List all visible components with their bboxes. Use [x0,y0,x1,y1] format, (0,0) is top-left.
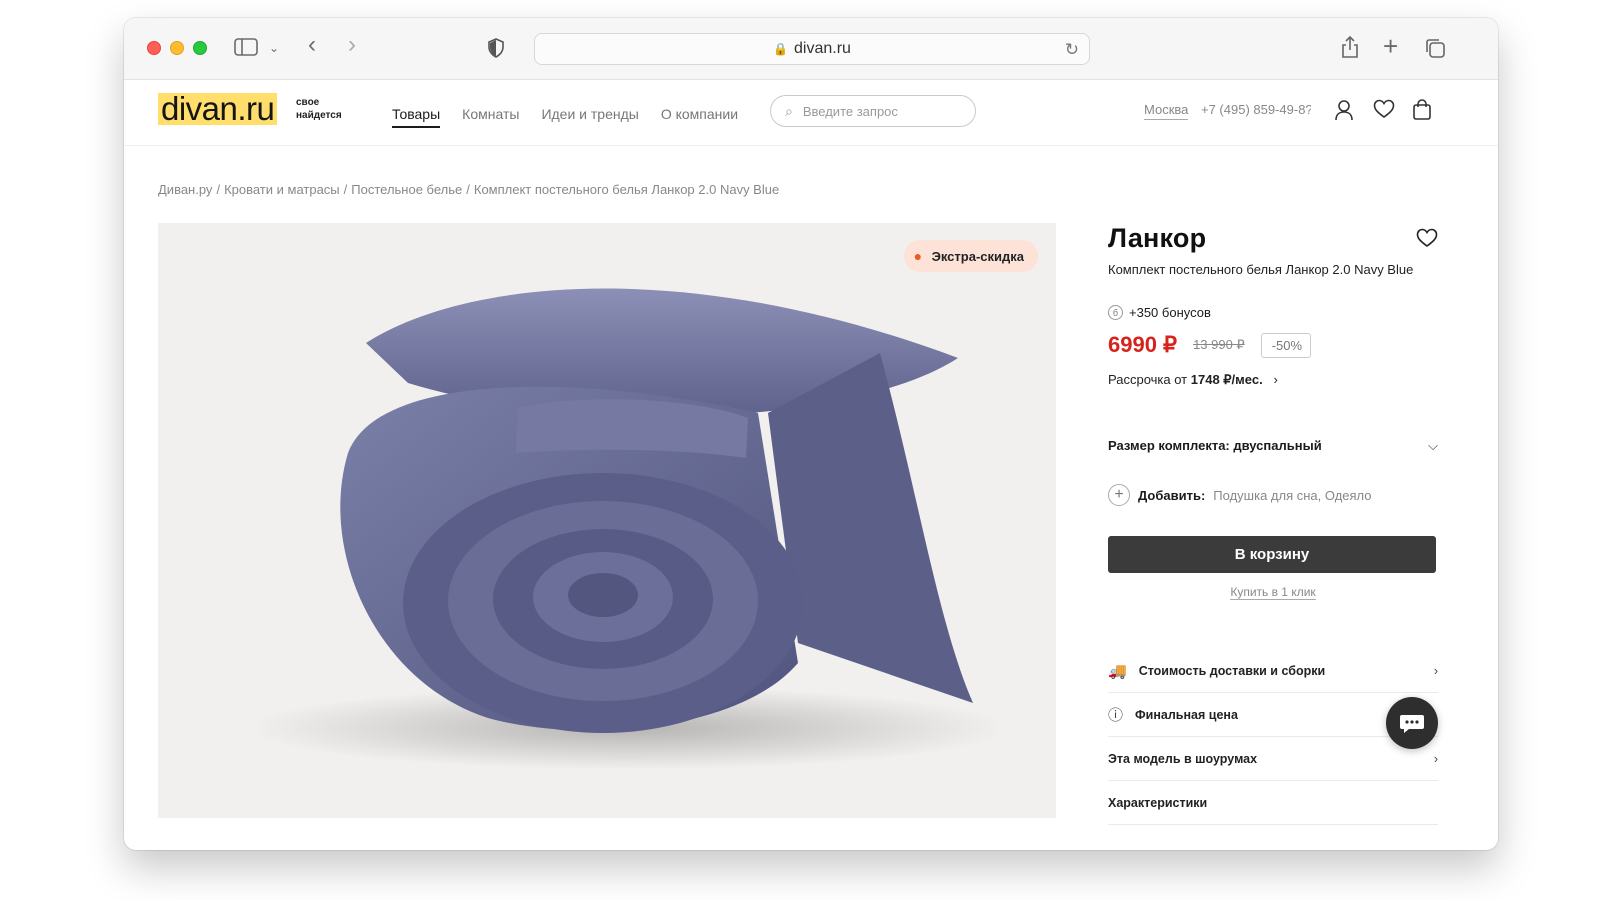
bonus-coin-icon: б [1108,305,1123,320]
product-subtitle: Комплект постельного белья Ланкор 2.0 Na… [1108,262,1414,277]
price-row: 6990 ₽ 13 990 ₽ -50% [1108,332,1438,358]
info-list: 🚚 Стоимость доставки и сборки › ⓘ Финальна… [1108,649,1438,825]
bedding-illustration [248,288,1008,770]
address-bar[interactable]: 🔒 divan.ru ↻ [534,33,1090,65]
extra-discount-badge: ● Экстра-скидка [903,240,1038,272]
product-image[interactable]: ● Экстра-скидка [158,223,1056,818]
browser-window: ⌄ ‹ › 🔒 divan.ru ↻ + divan.ru свое найде… [124,18,1498,850]
search-placeholder: Введите запрос [802,103,898,119]
share-icon[interactable] [1340,35,1360,63]
back-icon[interactable]: ‹ [308,33,316,57]
bonus-info: б +350 бонусов [1108,305,1438,320]
user-icon[interactable] [1334,99,1354,127]
reload-icon[interactable]: ↻ [1065,40,1079,60]
plus-icon[interactable]: + [1108,484,1130,506]
truck-icon: 🚚 [1108,662,1127,680]
search-icon: ⌕ [785,102,793,119]
main-nav: Товары Комнаты Идеи и тренды О компании [392,106,738,128]
nav-item-rooms[interactable]: Комнаты [462,106,519,128]
fire-icon: ● [913,248,923,264]
installment-link[interactable]: Рассрочка от 1748 ₽/мес. › [1108,372,1438,388]
close-window-button[interactable] [147,41,161,55]
cart-icon[interactable] [1412,99,1432,127]
buy-one-click-link[interactable]: Купить в 1 клик [1108,585,1438,600]
heart-icon[interactable] [1373,99,1395,125]
nav-item-products[interactable]: Товары [392,106,441,128]
search-input[interactable]: ⌕ Введите запрос [770,95,976,127]
add-to-cart-button[interactable]: В корзину [1108,536,1436,573]
info-item-specs[interactable]: Характеристики [1108,781,1438,825]
new-tab-icon[interactable]: + [1383,33,1398,59]
nav-item-about[interactable]: О компании [661,106,738,128]
phone-number[interactable]: +7 (495) 859-49-8? [1201,102,1311,117]
chevron-down-icon: ⌵ [1428,438,1438,453]
alert-icon: ⓘ [1108,707,1124,724]
discount-tag: -50% [1260,332,1312,358]
sidebar-toggle-icon[interactable] [234,38,258,60]
zoom-window-button[interactable] [193,41,207,55]
city-selector[interactable]: Москва [1144,102,1189,120]
forward-icon[interactable]: › [348,33,356,57]
product-title: Ланкор [1108,223,1207,253]
breadcrumb-item-current: Комплект постельного белья Ланкор 2.0 Na… [473,182,780,197]
breadcrumb-item-bedding[interactable]: Постельное белье [351,182,462,197]
site-header: divan.ru свое найдется Товары Комнаты Ид… [124,80,1498,146]
chevron-right-icon: › [1433,751,1438,766]
logo-tagline: свое найдется [296,97,342,121]
chevron-right-icon: › [1433,663,1438,678]
breadcrumb-item-beds[interactable]: Кровати и матрасы [224,182,340,197]
chat-bubble-icon [1400,715,1424,733]
current-price: 6990 ₽ [1108,332,1178,357]
tab-overview-icon[interactable] [1424,37,1446,63]
url-text: divan.ru [794,40,851,57]
info-item-delivery[interactable]: 🚚 Стоимость доставки и сборки › [1108,649,1438,693]
minimize-window-button[interactable] [170,41,184,55]
old-price: 13 990 ₽ [1193,337,1245,352]
size-selector[interactable]: Размер комплекта: двуспальный ⌵ [1108,438,1438,454]
chevron-down-icon[interactable]: ⌄ [269,37,279,59]
info-item-showrooms[interactable]: Эта модель в шоурумах › [1108,737,1438,781]
chevron-right-icon: › [1266,372,1278,387]
browser-toolbar: ⌄ ‹ › 🔒 divan.ru ↻ + [124,18,1498,80]
lock-icon: 🔒 [773,42,789,56]
chat-button[interactable] [1386,697,1438,749]
favorite-heart-icon[interactable] [1416,227,1438,255]
add-accessories[interactable]: + Добавить: Подушка для сна, Одеяло [1108,484,1438,506]
nav-item-ideas[interactable]: Идеи и тренды [541,106,638,128]
breadcrumb-item-home[interactable]: Диван.ру [158,182,212,197]
breadcrumb: Диван.ру / Кровати и матрасы / Постельное бе… [158,182,780,197]
site-logo[interactable]: divan.ru [158,92,278,125]
shield-icon[interactable] [487,38,505,62]
